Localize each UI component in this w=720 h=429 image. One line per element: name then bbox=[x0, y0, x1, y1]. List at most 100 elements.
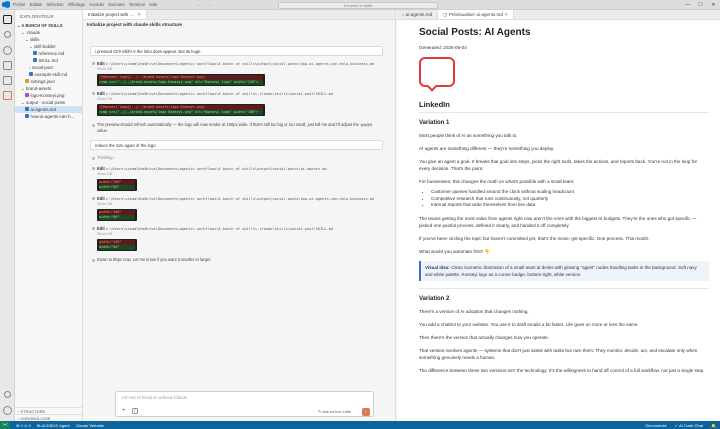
close-icon[interactable]: ✕ bbox=[707, 0, 720, 10]
edit-action: Edit bbox=[97, 166, 105, 171]
chat-input-placeholder: Ctrl esc to focus or unfocus Claude bbox=[122, 395, 188, 400]
edit-path[interactable]: c:\Users\siewm\OneDrive\Documents\agenti… bbox=[106, 62, 374, 66]
edit-block: Edit c:\Users\siewm\OneDrive\Documents\a… bbox=[92, 91, 387, 116]
claude-chat-panel: Initialize project with ... ✕ Initialize … bbox=[83, 10, 396, 421]
thinking-indicator[interactable]: Thinking › bbox=[92, 155, 377, 161]
command-center-search[interactable]: A bunch of skills bbox=[278, 1, 438, 9]
maximize-icon[interactable]: ☐ bbox=[694, 0, 707, 10]
show-diff-link[interactable]: Show Diff bbox=[97, 97, 387, 102]
status-dot-icon bbox=[92, 124, 95, 127]
variation-heading: Variation 2 bbox=[419, 295, 450, 302]
chat-tabs: Initialize project with ... ✕ bbox=[83, 10, 395, 20]
workspace-root[interactable]: ⌄ A BUNCH OF SKILLS bbox=[15, 22, 82, 29]
structure-section[interactable]: › STRUCTURE bbox=[15, 407, 82, 414]
settings-gear-icon[interactable] bbox=[3, 406, 12, 415]
tree-item-output-social-posts[interactable]: ⌄ output - social posts bbox=[15, 99, 82, 106]
show-diff-link[interactable]: Show Diff bbox=[97, 232, 387, 237]
tab-ai-agents-md[interactable]: ↓ ai-agents.md bbox=[397, 10, 439, 19]
status-dot-icon bbox=[92, 227, 95, 230]
nav-arrows[interactable]: ← → bbox=[197, 2, 214, 8]
chat-transcript: i pressed Ctrl+Shift+V the loho does app… bbox=[87, 43, 387, 388]
timeline-section[interactable]: › CHRONOLOGIE bbox=[15, 414, 82, 421]
chat-input[interactable]: Ctrl esc to focus or unfocus Claude + / … bbox=[115, 391, 374, 417]
tree-item-label: logo-Konseyi.png bbox=[30, 93, 65, 98]
edit-action: Edit bbox=[97, 61, 105, 66]
menu-terminal[interactable]: Terminal bbox=[129, 2, 145, 7]
claude-icon[interactable] bbox=[3, 91, 12, 100]
show-diff-link[interactable]: Show Diff bbox=[97, 202, 387, 207]
json-file-icon bbox=[25, 79, 29, 84]
ask-before-edits-toggle[interactable]: ✎ Ask before edits bbox=[318, 409, 351, 414]
tree-item-label: .claude bbox=[25, 30, 41, 35]
slash-command-icon[interactable]: / bbox=[132, 408, 138, 414]
status-dot-icon bbox=[92, 62, 95, 65]
account-icon[interactable] bbox=[4, 391, 11, 398]
show-diff-link[interactable]: Show Diff bbox=[97, 67, 387, 72]
paragraph: The difference between these two version… bbox=[419, 367, 705, 373]
tree-item-logo-konseyi-png[interactable]: logo-Konseyi.png bbox=[15, 92, 82, 99]
tab-preview[interactable]: ◫ Prévisualiser ai-agents.md ✕ bbox=[438, 10, 515, 19]
tree-item-example-skill-md[interactable]: example-skill.md bbox=[15, 71, 82, 78]
tree-item-reference-md[interactable]: reference.md bbox=[15, 50, 82, 57]
tree-item-how-ai-agents-can-h-[interactable]: how-ai-agents-can-h... bbox=[15, 113, 82, 120]
tree-item-skill-md[interactable]: SKILL.md bbox=[15, 57, 82, 64]
paragraph: You add a chatbot to your website. You u… bbox=[419, 321, 639, 327]
menu-edit[interactable]: Edition bbox=[30, 2, 43, 7]
edit-path[interactable]: c:\Users\siewm\OneDrive\Documents\agenti… bbox=[106, 167, 327, 171]
edit-path[interactable]: c:\Users\siewm\OneDrive\Documents\agenti… bbox=[106, 227, 333, 231]
add-attachment-icon[interactable]: + bbox=[122, 408, 126, 414]
workspace-root-label: A BUNCH OF SKILLS bbox=[21, 23, 63, 28]
diff-line-added: <img src="../../brand-assets/logo Konsey… bbox=[99, 110, 263, 115]
md-file-icon bbox=[33, 58, 37, 63]
title-bar: Fichier Edition Sélection Affichage Accé… bbox=[0, 0, 720, 10]
minimize-icon[interactable]: — bbox=[681, 0, 694, 10]
ai-code-chat-item[interactable]: ✓ AI Code Chat bbox=[675, 423, 703, 428]
menu-view[interactable]: Affichage bbox=[68, 2, 85, 7]
tree-item-settings-json[interactable]: settings.json bbox=[15, 78, 82, 85]
tab-chat[interactable]: Initialize project with ... ✕ bbox=[83, 10, 148, 19]
menu-run[interactable]: Exécuter bbox=[108, 2, 125, 7]
vscode-logo-icon bbox=[2, 1, 10, 8]
tree-item-skills[interactable]: ⌄ skills bbox=[15, 36, 82, 43]
tab-ai-agents-label: ai-agents.md bbox=[405, 12, 433, 17]
explorer-title: EXPLORATEUR bbox=[20, 14, 54, 19]
run-debug-icon[interactable] bbox=[3, 61, 12, 70]
connection-status[interactable]: Déconnecté bbox=[645, 423, 666, 428]
explorer-sidebar: EXPLORATEUR ⌄ A BUNCH OF SKILLS ⌄ .claud… bbox=[15, 10, 83, 421]
activity-bar bbox=[0, 10, 15, 421]
source-control-icon[interactable] bbox=[3, 46, 12, 55]
menu-file[interactable]: Fichier bbox=[13, 2, 26, 7]
send-button[interactable]: ↑ bbox=[362, 408, 370, 416]
tree-item-ai-agents-md[interactable]: ai-agents.md bbox=[15, 106, 82, 113]
assistant-message: The preview should refresh automatically… bbox=[92, 122, 377, 134]
show-diff-link[interactable]: Show Diff bbox=[97, 172, 387, 177]
blackbox-agent-item[interactable]: BLACKBOX Agent bbox=[37, 423, 70, 428]
search-icon[interactable] bbox=[4, 31, 11, 38]
tree-item-brand-assets[interactable]: ⌄ brand-assets bbox=[15, 85, 82, 92]
generated-date: Generated: 2026-05-04 bbox=[419, 45, 467, 50]
tree-item-label: how-ai-agents-can-h... bbox=[30, 114, 75, 119]
tree-item-social-post[interactable]: › social-post bbox=[15, 64, 82, 71]
markdown-preview-panel: ↓ ai-agents.md ◫ Prévisualiser ai-agents… bbox=[397, 10, 720, 421]
tab-close-icon[interactable]: ✕ bbox=[504, 12, 508, 17]
tree-item-skill-builder[interactable]: ⌄ skill-builder bbox=[15, 43, 82, 50]
tab-close-icon[interactable]: ✕ bbox=[137, 12, 141, 17]
menu-help[interactable]: Aide bbox=[149, 2, 157, 7]
notifications-bell-icon[interactable]: 🔔 bbox=[711, 423, 716, 428]
menu-selection[interactable]: Sélection bbox=[46, 2, 63, 7]
remote-indicator[interactable]: >< bbox=[0, 421, 10, 429]
claude-website-item[interactable]: Claude Website bbox=[76, 423, 104, 428]
img-file-icon bbox=[25, 93, 29, 98]
extensions-icon[interactable] bbox=[3, 76, 12, 85]
status-dot-icon bbox=[92, 197, 95, 200]
menu-go[interactable]: Accéder bbox=[89, 2, 104, 7]
explorer-icon[interactable] bbox=[3, 15, 12, 24]
variation-heading: Variation 1 bbox=[419, 120, 450, 126]
edit-path[interactable]: c:\Users\siewm\OneDrive\Documents\agenti… bbox=[106, 197, 374, 201]
paragraph: Then there's the version that actually c… bbox=[419, 334, 550, 340]
edit-path[interactable]: c:\Users\siewm\OneDrive\Documents\agenti… bbox=[106, 92, 333, 96]
paragraph: That version involves agents — systems t… bbox=[419, 347, 698, 360]
tab-preview-label: Prévisualiser ai-agents.md bbox=[448, 12, 503, 17]
tree-item--claude[interactable]: ⌄ .claude bbox=[15, 29, 82, 36]
problems-count[interactable]: ⊗ 0 ⚠ 0 bbox=[16, 423, 31, 428]
